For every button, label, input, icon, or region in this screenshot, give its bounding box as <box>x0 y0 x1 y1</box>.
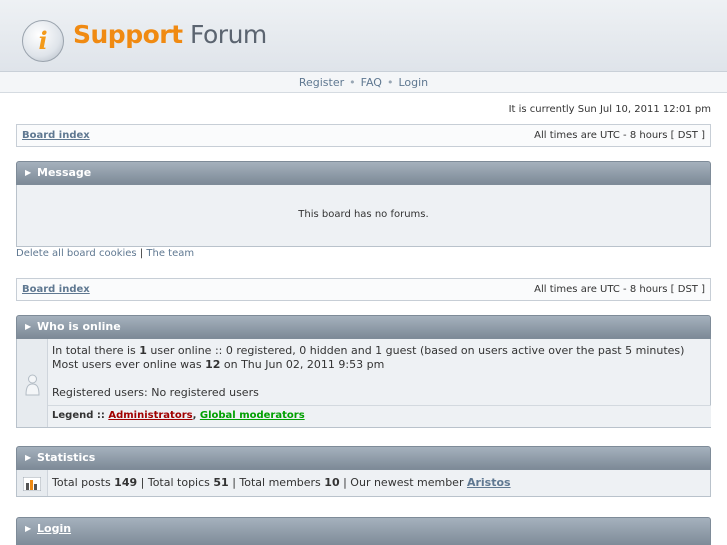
registered-users-line: Registered users: No registered users <box>52 386 259 399</box>
board-index-link[interactable]: Board index <box>22 279 90 300</box>
online-users-icon-cell <box>17 339 48 427</box>
online-legend: Legend :: Administrators, Global moderat… <box>48 405 711 427</box>
message-text: This board has no forums. <box>298 209 429 220</box>
logo-letter: i <box>38 26 48 55</box>
who-is-online-title: Who is online <box>37 320 121 333</box>
who-is-online-body: In total there is 1 user online :: 0 reg… <box>16 339 711 428</box>
timezone-info: All times are UTC - 8 hours [ DST ] <box>534 130 705 141</box>
statistics-body: Total posts 149 | Total topics 51 | Tota… <box>16 470 711 497</box>
online-total-line: In total there is 1 user online :: 0 reg… <box>52 344 685 357</box>
breadcrumb-bottom: Board index All times are UTC - 8 hours … <box>16 278 711 301</box>
info-logo-icon[interactable]: i <box>22 20 64 62</box>
message-panel-title: Message <box>37 166 92 179</box>
stats-icon-cell <box>17 470 48 496</box>
arrow-right-icon: ▶ <box>25 524 32 533</box>
breadcrumb-top: Board index All times are UTC - 8 hours … <box>16 124 711 147</box>
login-panel-header: ▶ Login <box>16 517 711 545</box>
statistics-text: Total posts 149 | Total topics 51 | Tota… <box>52 476 511 489</box>
total-topics: 51 <box>213 476 229 489</box>
arrow-right-icon: ▶ <box>25 168 32 177</box>
site-header: i Support Forum <box>0 0 727 72</box>
delete-cookies-link[interactable]: Delete all board cookies <box>16 248 137 259</box>
message-panel-header[interactable]: ▶ Message <box>16 161 711 185</box>
who-is-online-header[interactable]: ▶ Who is online <box>16 315 711 339</box>
most-online-count: 12 <box>205 358 221 371</box>
global-moderators-link[interactable]: Global moderators <box>200 410 305 421</box>
logo-name-support: Support <box>73 20 183 49</box>
statistics-title: Statistics <box>37 451 96 464</box>
legend-label: Legend :: <box>52 410 109 421</box>
page: i Support Forum Register • FAQ • Login It is… <box>0 0 727 545</box>
timezone-info: All times are UTC - 8 hours [ DST ] <box>534 284 705 295</box>
board-index-link[interactable]: Board index <box>22 125 90 146</box>
register-link[interactable]: Register <box>299 76 344 89</box>
newest-member-link[interactable]: Aristos <box>467 476 511 489</box>
message-panel-body: This board has no forums. <box>16 185 711 247</box>
administrators-link[interactable]: Administrators <box>108 410 192 421</box>
arrow-right-icon: ▶ <box>25 453 32 462</box>
logo-name-forum: Forum <box>190 20 267 49</box>
footer-links: Delete all board cookies | The team <box>16 248 194 259</box>
online-count: 1 <box>139 344 147 357</box>
the-team-link[interactable]: The team <box>146 248 194 259</box>
nav-separator: • <box>349 76 356 89</box>
current-time: It is currently Sun Jul 10, 2011 12:01 p… <box>508 104 711 115</box>
bar-chart-icon <box>23 477 41 491</box>
nav-separator: • <box>386 76 394 89</box>
login-link[interactable]: Login <box>398 76 428 89</box>
links-separator: | <box>139 248 144 259</box>
top-navigation: Register • FAQ • Login <box>0 72 727 93</box>
user-icon <box>25 374 40 396</box>
total-posts: 149 <box>114 476 138 489</box>
faq-link[interactable]: FAQ <box>361 76 382 89</box>
login-header-link[interactable]: Login <box>37 522 71 535</box>
arrow-right-icon: ▶ <box>25 322 32 331</box>
total-members: 10 <box>324 476 340 489</box>
online-stats-text: In total there is 1 user online :: 0 reg… <box>52 344 684 400</box>
site-logo-text[interactable]: Support Forum <box>73 20 267 49</box>
statistics-header[interactable]: ▶ Statistics <box>16 446 711 470</box>
most-online-line: Most users ever online was 12 on Thu Jun… <box>52 358 385 371</box>
